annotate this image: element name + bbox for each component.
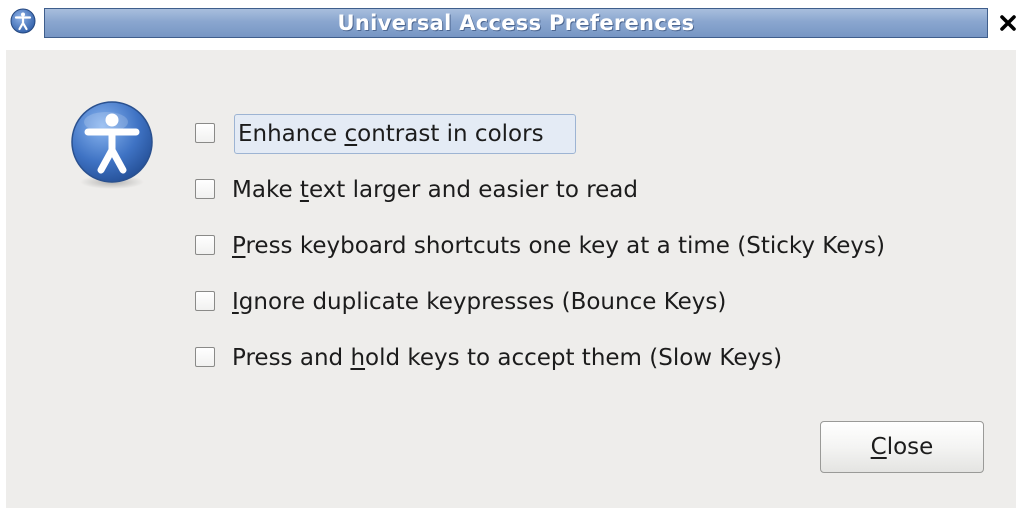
checkbox-enhance-contrast[interactable] bbox=[195, 123, 215, 143]
option-slow-keys[interactable]: Press and hold keys to accept them (Slow… bbox=[192, 330, 992, 386]
option-label[interactable]: Press keyboard shortcuts one key at a ti… bbox=[232, 233, 885, 259]
checkbox-bounce-keys[interactable] bbox=[195, 291, 215, 311]
checkbox-slow-keys[interactable] bbox=[195, 347, 215, 367]
option-label[interactable]: Ignore duplicate keypresses (Bounce Keys… bbox=[232, 289, 726, 315]
accessibility-icon[interactable] bbox=[10, 8, 36, 34]
dialog-body: Enhance contrast in colors Make text lar… bbox=[6, 50, 1016, 508]
universal-access-window: Universal Access Preferences Enhance con… bbox=[0, 0, 1016, 514]
checkbox-larger-text[interactable] bbox=[195, 179, 215, 199]
option-enhance-contrast[interactable]: Enhance contrast in colors bbox=[192, 106, 992, 162]
title-bar[interactable]: Universal Access Preferences bbox=[0, 0, 1016, 50]
window-title: Universal Access Preferences bbox=[337, 11, 695, 35]
option-bounce-keys[interactable]: Ignore duplicate keypresses (Bounce Keys… bbox=[192, 274, 992, 330]
option-larger-text[interactable]: Make text larger and easier to read bbox=[192, 162, 992, 218]
option-label[interactable]: Press and hold keys to accept them (Slow… bbox=[232, 345, 782, 371]
close-button[interactable]: Close bbox=[820, 421, 984, 473]
option-label[interactable]: Enhance contrast in colors bbox=[238, 121, 544, 147]
checkbox-sticky-keys[interactable] bbox=[195, 235, 215, 255]
close-icon[interactable] bbox=[996, 8, 1016, 38]
title-strip[interactable]: Universal Access Preferences bbox=[44, 8, 988, 38]
options-list: Enhance contrast in colors Make text lar… bbox=[192, 106, 992, 386]
option-sticky-keys[interactable]: Press keyboard shortcuts one key at a ti… bbox=[192, 218, 992, 274]
option-label[interactable]: Make text larger and easier to read bbox=[232, 177, 638, 203]
accessibility-icon bbox=[71, 101, 153, 189]
